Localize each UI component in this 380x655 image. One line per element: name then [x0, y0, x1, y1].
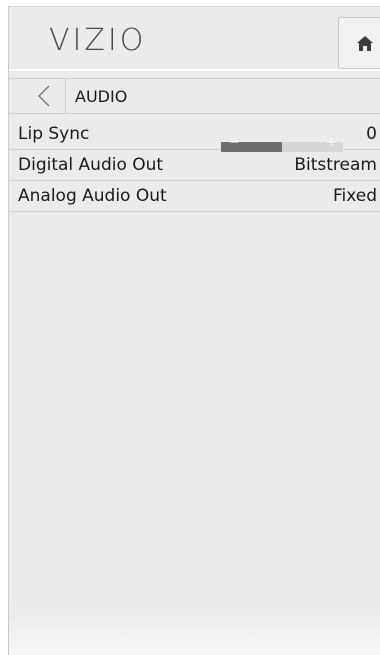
nav-bar: AUDIO	[9, 78, 380, 114]
menu-item-lip-sync[interactable]: Lip Sync 0 − +	[9, 119, 380, 152]
menu-item-label: Analog Audio Out	[18, 186, 167, 206]
menu-item-label: Digital Audio Out	[18, 155, 164, 175]
menu-item-value: Bitstream	[294, 155, 377, 175]
page-title: AUDIO	[75, 87, 128, 106]
header-divider	[9, 69, 380, 71]
home-icon	[357, 35, 373, 51]
bottom-fade	[9, 639, 380, 655]
settings-panel: VIZIO AUDIO Lip Sync 0 − + Digital Audio…	[8, 6, 380, 655]
audio-menu: Lip Sync 0 − + Digital Audio Out Bitstre…	[9, 119, 380, 212]
home-button[interactable]	[338, 17, 380, 69]
back-button[interactable]	[23, 79, 66, 113]
slider-plus-label: +	[326, 135, 337, 150]
slider-minus-label: −	[229, 135, 240, 150]
menu-item-label: Lip Sync	[18, 124, 90, 144]
menu-item-value: Fixed	[332, 186, 377, 206]
menu-item-value: 0	[366, 124, 377, 144]
vizio-logo: VIZIO	[49, 23, 147, 58]
back-arrow-icon	[38, 85, 50, 107]
menu-item-digital-audio-out[interactable]: Digital Audio Out Bitstream	[9, 150, 380, 181]
menu-item-analog-audio-out[interactable]: Analog Audio Out Fixed	[9, 181, 380, 212]
